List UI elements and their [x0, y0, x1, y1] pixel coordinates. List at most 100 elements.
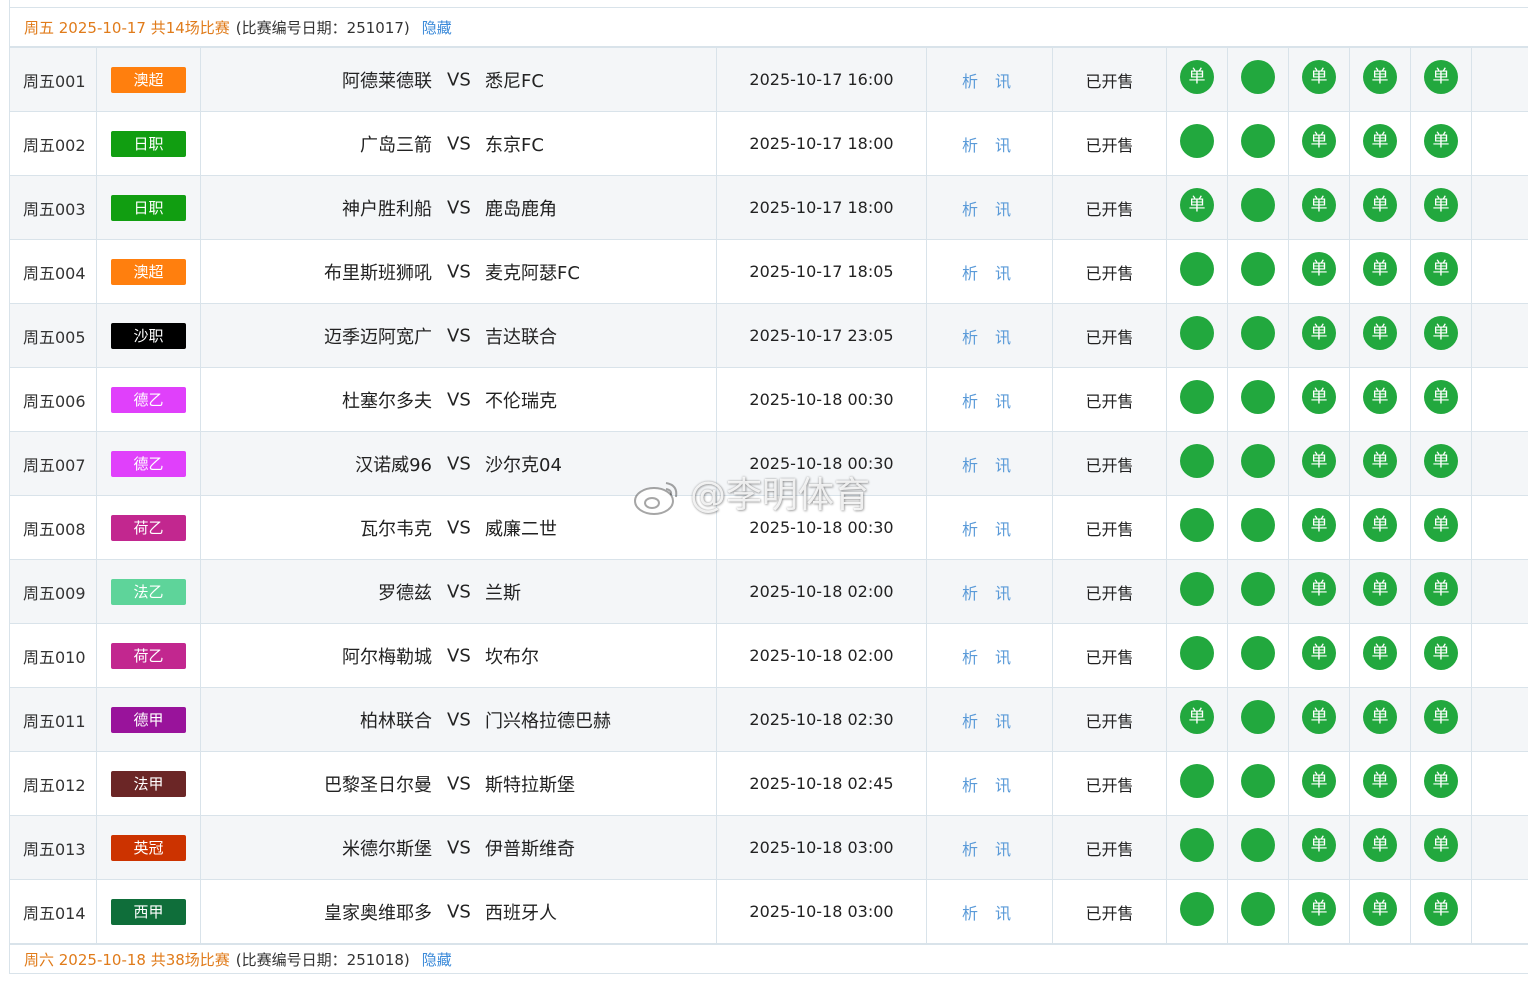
home-team[interactable]: 神户胜利船 [342, 195, 432, 221]
home-team[interactable]: 米德尔斯堡 [342, 835, 432, 861]
home-team[interactable]: 汉诺威96 [355, 451, 432, 477]
single-badge-icon[interactable]: 单 [1424, 763, 1458, 798]
league-badge[interactable]: 澳超 [111, 66, 186, 93]
info-link[interactable]: 析 讯 [926, 495, 1053, 560]
league-badge[interactable]: 法乙 [111, 578, 186, 605]
single-badge-icon[interactable]: 单 [1302, 635, 1336, 670]
green-dot-icon[interactable] [1241, 379, 1275, 414]
green-dot-icon[interactable] [1241, 123, 1275, 158]
green-dot-icon[interactable] [1180, 827, 1214, 862]
league-badge[interactable]: 荷乙 [111, 514, 186, 541]
green-dot-icon[interactable] [1241, 571, 1275, 606]
green-dot-icon[interactable] [1241, 187, 1275, 222]
single-badge-icon[interactable]: 单 [1424, 827, 1458, 862]
away-team[interactable]: 不伦瑞克 [485, 387, 557, 413]
home-team[interactable]: 杜塞尔多夫 [342, 387, 432, 413]
single-badge-icon[interactable]: 单 [1424, 507, 1458, 542]
single-badge-icon[interactable]: 单 [1180, 699, 1214, 734]
away-team[interactable]: 鹿岛鹿角 [485, 195, 557, 221]
info-link[interactable]: 析 讯 [926, 687, 1053, 752]
single-badge-icon[interactable]: 单 [1363, 443, 1397, 478]
single-badge-icon[interactable]: 单 [1424, 699, 1458, 734]
single-badge-icon[interactable]: 单 [1363, 891, 1397, 926]
away-team[interactable]: 西班牙人 [485, 899, 557, 925]
single-badge-icon[interactable]: 单 [1302, 123, 1336, 158]
single-badge-icon[interactable]: 单 [1302, 379, 1336, 414]
single-badge-icon[interactable]: 单 [1302, 443, 1336, 478]
single-badge-icon[interactable]: 单 [1424, 251, 1458, 286]
single-badge-icon[interactable]: 单 [1424, 571, 1458, 606]
green-dot-icon[interactable] [1241, 699, 1275, 734]
single-badge-icon[interactable]: 单 [1302, 187, 1336, 222]
single-badge-icon[interactable]: 单 [1363, 571, 1397, 606]
green-dot-icon[interactable] [1241, 251, 1275, 286]
single-badge-icon[interactable]: 单 [1302, 763, 1336, 798]
single-badge-icon[interactable]: 单 [1302, 507, 1336, 542]
away-team[interactable]: 坎布尔 [485, 643, 539, 669]
league-badge[interactable]: 德乙 [111, 450, 186, 477]
single-badge-icon[interactable]: 单 [1302, 59, 1336, 94]
single-badge-icon[interactable]: 单 [1302, 315, 1336, 350]
single-badge-icon[interactable]: 单 [1424, 123, 1458, 158]
single-badge-icon[interactable]: 单 [1363, 123, 1397, 158]
info-link[interactable]: 析 讯 [926, 815, 1053, 880]
single-badge-icon[interactable]: 单 [1363, 763, 1397, 798]
info-link[interactable]: 析 讯 [926, 623, 1053, 688]
green-dot-icon[interactable] [1180, 123, 1214, 158]
single-badge-icon[interactable]: 单 [1424, 635, 1458, 670]
green-dot-icon[interactable] [1180, 251, 1214, 286]
hide-link[interactable]: 隐藏 [422, 17, 452, 38]
green-dot-icon[interactable] [1180, 635, 1214, 670]
single-badge-icon[interactable]: 单 [1363, 635, 1397, 670]
league-badge[interactable]: 英冠 [111, 834, 186, 861]
away-team[interactable]: 伊普斯维奇 [485, 835, 575, 861]
green-dot-icon[interactable] [1241, 763, 1275, 798]
green-dot-icon[interactable] [1241, 315, 1275, 350]
away-team[interactable]: 悉尼FC [485, 67, 544, 93]
single-badge-icon[interactable]: 单 [1363, 379, 1397, 414]
away-team[interactable]: 门兴格拉德巴赫 [485, 707, 611, 733]
info-link[interactable]: 析 讯 [926, 111, 1053, 176]
home-team[interactable]: 瓦尔韦克 [360, 515, 432, 541]
away-team[interactable]: 东京FC [485, 131, 544, 157]
home-team[interactable]: 阿尔梅勒城 [342, 643, 432, 669]
single-badge-icon[interactable]: 单 [1302, 251, 1336, 286]
away-team[interactable]: 兰斯 [485, 579, 521, 605]
league-badge[interactable]: 日职 [111, 194, 186, 221]
single-badge-icon[interactable]: 单 [1363, 59, 1397, 94]
single-badge-icon[interactable]: 单 [1302, 699, 1336, 734]
league-badge[interactable]: 日职 [111, 130, 186, 157]
green-dot-icon[interactable] [1241, 507, 1275, 542]
home-team[interactable]: 罗德兹 [378, 579, 432, 605]
single-badge-icon[interactable]: 单 [1180, 187, 1214, 222]
league-badge[interactable]: 德甲 [111, 706, 186, 733]
league-badge[interactable]: 西甲 [111, 898, 186, 925]
green-dot-icon[interactable] [1241, 891, 1275, 926]
single-badge-icon[interactable]: 单 [1424, 315, 1458, 350]
info-link[interactable]: 析 讯 [926, 559, 1053, 624]
single-badge-icon[interactable]: 单 [1363, 827, 1397, 862]
info-link[interactable]: 析 讯 [926, 879, 1053, 944]
single-badge-icon[interactable]: 单 [1302, 827, 1336, 862]
league-badge[interactable]: 沙职 [111, 322, 186, 349]
home-team[interactable]: 迈季迈阿宽广 [324, 323, 432, 349]
single-badge-icon[interactable]: 单 [1302, 571, 1336, 606]
green-dot-icon[interactable] [1180, 315, 1214, 350]
green-dot-icon[interactable] [1180, 443, 1214, 478]
info-link[interactable]: 析 讯 [926, 367, 1053, 432]
green-dot-icon[interactable] [1180, 763, 1214, 798]
info-link[interactable]: 析 讯 [926, 751, 1053, 816]
league-badge[interactable]: 荷乙 [111, 642, 186, 669]
away-team[interactable]: 吉达联合 [485, 323, 557, 349]
home-team[interactable]: 柏林联合 [360, 707, 432, 733]
single-badge-icon[interactable]: 单 [1424, 187, 1458, 222]
info-link[interactable]: 析 讯 [926, 239, 1053, 304]
info-link[interactable]: 析 讯 [926, 175, 1053, 240]
green-dot-icon[interactable] [1241, 443, 1275, 478]
league-badge[interactable]: 澳超 [111, 258, 186, 285]
green-dot-icon[interactable] [1241, 827, 1275, 862]
league-badge[interactable]: 德乙 [111, 386, 186, 413]
green-dot-icon[interactable] [1241, 59, 1275, 94]
single-badge-icon[interactable]: 单 [1302, 891, 1336, 926]
away-team[interactable]: 麦克阿瑟FC [485, 259, 580, 285]
